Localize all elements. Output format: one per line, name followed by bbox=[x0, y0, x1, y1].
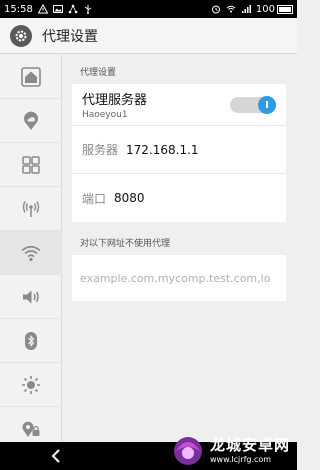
server-field[interactable]: 服务器 172.168.1.1 bbox=[72, 126, 286, 174]
volume-icon bbox=[23, 290, 39, 303]
toggle-knob bbox=[258, 95, 276, 114]
sidebar-item-wireless[interactable] bbox=[0, 187, 62, 231]
port-label: 端口 bbox=[82, 191, 107, 206]
sidebar-item-display[interactable] bbox=[0, 363, 62, 407]
wifi-icon bbox=[21, 245, 41, 261]
sidebar-item-location[interactable] bbox=[0, 99, 62, 143]
bypass-placeholder: example.com,mycomp.test.com,lo bbox=[80, 271, 271, 285]
sidebar-item-home[interactable] bbox=[0, 55, 62, 99]
bypass-input[interactable]: example.com,mycomp.test.com,lo bbox=[72, 255, 286, 301]
alarm-icon bbox=[211, 5, 220, 14]
warning-icon bbox=[37, 4, 48, 14]
battery-percent: 100 bbox=[255, 3, 275, 15]
bypass-section-label: 对以下网址不使用代理 bbox=[80, 239, 171, 249]
proxy-server-label: 代理服务器 bbox=[82, 93, 148, 108]
settings-sidebar bbox=[0, 55, 62, 451]
page-title: 代理设置 bbox=[42, 28, 98, 45]
status-bar: 15:58 100 bbox=[0, 0, 297, 18]
proxy-settings-panel: 代理设置 代理服务器 Haoeyou1 服务器 172.168.1.1 端口 8… bbox=[62, 55, 297, 442]
watermark: 龙城安卓网 www.lcjrfg.com bbox=[170, 428, 297, 470]
port-value[interactable]: 8080 bbox=[114, 191, 145, 205]
usb-icon bbox=[84, 5, 92, 14]
sidebar-item-apps[interactable] bbox=[0, 143, 62, 187]
title-bar: 代理设置 bbox=[0, 18, 297, 54]
bluetooth-icon bbox=[25, 331, 37, 350]
watermark-url: www.lcjrfg.com bbox=[210, 455, 272, 464]
settings-screen: 15:58 100 代理设置 代理设置 代理服务器 Haoeyou1 服务器 1… bbox=[0, 0, 297, 470]
port-field[interactable]: 端口 8080 bbox=[72, 174, 286, 222]
server-value[interactable]: 172.168.1.1 bbox=[126, 143, 199, 157]
proxy-server-row[interactable]: 代理服务器 Haoeyou1 bbox=[72, 84, 286, 126]
brightness-icon bbox=[22, 375, 40, 394]
proxy-toggle[interactable] bbox=[230, 95, 276, 114]
apps-grid-icon bbox=[22, 155, 40, 174]
signal-icon bbox=[241, 5, 251, 13]
battery-icon bbox=[277, 4, 293, 14]
status-time: 15:58 bbox=[4, 3, 33, 15]
image-icon bbox=[52, 5, 63, 13]
settings-gear-icon bbox=[10, 24, 32, 47]
sidebar-item-bluetooth[interactable] bbox=[0, 319, 62, 363]
proxy-card: 代理服务器 Haoeyou1 服务器 172.168.1.1 端口 8080 bbox=[72, 84, 286, 222]
location-lock-icon bbox=[22, 421, 40, 437]
server-label: 服务器 bbox=[82, 143, 119, 157]
sidebar-item-wifi[interactable] bbox=[0, 231, 62, 275]
watermark-logo bbox=[174, 437, 202, 465]
back-icon[interactable] bbox=[48, 447, 66, 465]
network-share-icon bbox=[68, 4, 78, 14]
proxy-server-text: 代理服务器 Haoeyou1 bbox=[82, 89, 147, 120]
wireless-signal-icon bbox=[22, 200, 40, 217]
network-name: Haoeyou1 bbox=[82, 110, 128, 120]
home-icon bbox=[21, 66, 41, 87]
sidebar-item-sound[interactable] bbox=[0, 275, 62, 319]
watermark-title: 龙城安卓网 bbox=[210, 436, 291, 454]
proxy-section-label: 代理设置 bbox=[80, 68, 117, 78]
wifi-status-icon bbox=[226, 5, 236, 13]
location-cloud-icon bbox=[24, 111, 38, 130]
